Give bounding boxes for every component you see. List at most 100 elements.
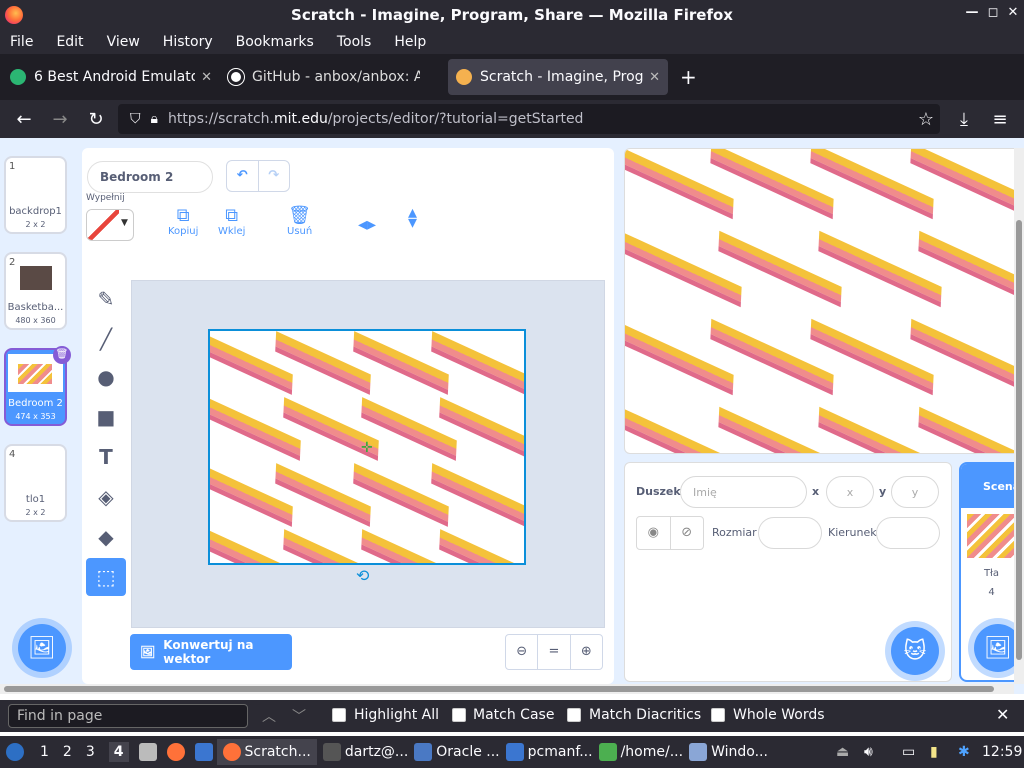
y-input[interactable]: y bbox=[891, 476, 939, 508]
match-case-label[interactable]: Match Case bbox=[473, 707, 554, 723]
lock-icon[interactable]: 🔒︎ bbox=[151, 111, 158, 127]
line-tool[interactable]: ╱ bbox=[86, 320, 126, 358]
paste-button[interactable]: ⧉ Wklej bbox=[218, 205, 245, 237]
scroll-thumb[interactable] bbox=[1016, 220, 1022, 660]
highlight-all-label[interactable]: Highlight All bbox=[354, 707, 439, 723]
minimize-icon[interactable]: — bbox=[962, 5, 982, 20]
tab-github[interactable]: GitHub - anbox/anbox: Ar bbox=[220, 59, 448, 95]
rectangle-tool[interactable]: ■ bbox=[86, 398, 126, 436]
circle-tool[interactable]: ● bbox=[86, 358, 126, 396]
delete-button[interactable]: 🗑︎ Usuń bbox=[287, 205, 312, 237]
choose-backdrop-button[interactable]: 🖼︎ bbox=[18, 624, 66, 672]
task-home[interactable]: /home/... bbox=[598, 743, 683, 761]
convert-to-vector-button[interactable]: 🖼︎ Konwertuj na wektor bbox=[130, 634, 292, 670]
task-windows[interactable]: Windo... bbox=[689, 743, 768, 761]
sprite-name-input[interactable]: Imię bbox=[680, 476, 807, 508]
menu-help[interactable]: Help bbox=[394, 34, 426, 50]
tab-emulators[interactable]: 6 Best Android Emulators ✕ bbox=[2, 59, 220, 95]
clipboard-icon[interactable]: ▮ bbox=[930, 744, 938, 760]
costume-tile-1[interactable]: 1 backdrop1 2 x 2 bbox=[4, 156, 67, 234]
back-arrow-icon[interactable]: ← bbox=[6, 109, 42, 130]
redo-icon[interactable]: ↷ bbox=[257, 161, 290, 191]
direction-input[interactable] bbox=[876, 517, 940, 549]
zoom-reset-icon[interactable]: = bbox=[537, 635, 569, 669]
text-tool[interactable]: T bbox=[86, 438, 126, 476]
find-previous-icon[interactable]: ︿ bbox=[262, 706, 276, 726]
zoom-out-icon[interactable]: ⊖ bbox=[506, 635, 537, 669]
workspace-3[interactable]: 3 bbox=[86, 744, 95, 760]
task-oracle[interactable]: Oracle ... bbox=[414, 743, 500, 761]
task-pcmanfm[interactable]: pcmanf... bbox=[505, 743, 593, 761]
find-input[interactable]: Find in page bbox=[8, 704, 248, 728]
clock: 12:59 bbox=[982, 744, 1023, 760]
menu-edit[interactable]: Edit bbox=[56, 34, 83, 50]
hamburger-menu-icon[interactable]: ≡ bbox=[982, 109, 1018, 130]
volume-icon[interactable]: 🔊︎ bbox=[864, 744, 873, 760]
costume-tile-2[interactable]: 2 Basketba... 480 x 360 bbox=[4, 252, 67, 330]
task-terminal[interactable]: dartz@... bbox=[322, 743, 408, 761]
size-input[interactable] bbox=[758, 517, 822, 549]
highlight-all-checkbox[interactable] bbox=[332, 708, 346, 722]
hide-eye-icon[interactable]: ⊘ bbox=[669, 517, 704, 549]
reload-icon[interactable]: ↻ bbox=[78, 109, 114, 130]
shield-icon[interactable]: ⛉ bbox=[130, 111, 141, 127]
url-bar[interactable]: ⛉ 🔒︎ https://scratch. mit.edu/projects/ed… bbox=[118, 104, 940, 134]
costume-name-input[interactable]: Bedroom 2 bbox=[87, 161, 213, 193]
undo-icon[interactable]: ↶ bbox=[227, 161, 258, 191]
flip-vertical-icon[interactable]: ▴ ▾ bbox=[408, 204, 417, 232]
eraser-bitmap-tool[interactable]: ◆ bbox=[86, 518, 126, 556]
menu-view[interactable]: View bbox=[107, 34, 140, 50]
fill-color-picker[interactable]: ▼ bbox=[86, 209, 134, 241]
costume-tile-3[interactable]: 3 Bedroom 2 474 x 353 🗑︎ bbox=[4, 346, 71, 426]
forward-arrow-icon[interactable]: → bbox=[42, 109, 78, 130]
tab-scratch[interactable]: Scratch - Imagine, Progra ✕ bbox=[448, 59, 668, 95]
firefox-launcher-icon[interactable] bbox=[166, 743, 185, 761]
choose-sprite-button[interactable]: 🐱︎ bbox=[891, 627, 939, 675]
eraser-tool[interactable]: ✎ bbox=[86, 280, 126, 318]
delete-costume-icon[interactable]: 🗑︎ bbox=[53, 346, 71, 364]
vertical-scrollbar[interactable] bbox=[1014, 148, 1024, 684]
menu-file[interactable]: File bbox=[10, 34, 33, 50]
url-path: /projects/editor/?tutorial=getStarted bbox=[327, 111, 584, 127]
scroll-thumb[interactable] bbox=[4, 686, 994, 692]
network-icon[interactable]: ▭ bbox=[902, 744, 915, 760]
match-case-checkbox[interactable] bbox=[452, 708, 466, 722]
stage[interactable] bbox=[624, 148, 1024, 454]
file-manager-icon[interactable] bbox=[138, 743, 157, 761]
x-input[interactable]: x bbox=[826, 476, 874, 508]
whole-words-checkbox[interactable] bbox=[711, 708, 725, 722]
start-menu-icon[interactable] bbox=[6, 743, 24, 761]
close-tab-icon[interactable]: ✕ bbox=[649, 70, 660, 85]
menu-history[interactable]: History bbox=[163, 34, 213, 50]
find-next-icon[interactable]: ﹀ bbox=[292, 706, 306, 726]
task-scratch[interactable]: Scratch... bbox=[216, 739, 317, 765]
bookmark-star-icon[interactable]: ☆ bbox=[918, 109, 934, 130]
select-tool[interactable]: ⬚ bbox=[86, 558, 126, 596]
copy-button[interactable]: ⧉ Kopiuj bbox=[168, 205, 198, 237]
download-icon[interactable]: ⤓ bbox=[946, 109, 982, 130]
fill-swatch bbox=[87, 210, 119, 240]
maximize-icon[interactable]: ◻ bbox=[983, 5, 1003, 20]
workspace-1[interactable]: 1 bbox=[40, 744, 49, 760]
desktop-icon[interactable] bbox=[194, 743, 213, 761]
new-tab-button[interactable]: + bbox=[680, 65, 697, 89]
horizontal-scrollbar[interactable] bbox=[0, 684, 1014, 694]
flip-horizontal-icon[interactable]: ◂▸ bbox=[358, 214, 376, 235]
close-find-icon[interactable]: ✕ bbox=[996, 705, 1009, 724]
workspace-4[interactable]: 4 bbox=[108, 742, 129, 762]
match-diacritics-checkbox[interactable] bbox=[567, 708, 581, 722]
costume-tile-4[interactable]: 4 tlo1 2 x 2 bbox=[4, 444, 67, 522]
workspace-2[interactable]: 2 bbox=[63, 744, 72, 760]
match-diacritics-label[interactable]: Match Diacritics bbox=[589, 707, 701, 723]
menu-tools[interactable]: Tools bbox=[337, 34, 372, 50]
bluetooth-icon[interactable]: ✱ bbox=[958, 744, 970, 760]
whole-words-label[interactable]: Whole Words bbox=[733, 707, 825, 723]
zoom-in-icon[interactable]: ⊕ bbox=[569, 635, 602, 669]
rotate-handle-icon[interactable]: ⟲ bbox=[356, 566, 369, 585]
tray-eject-icon[interactable]: ⏏ bbox=[836, 744, 849, 760]
close-window-icon[interactable]: ✕ bbox=[1003, 5, 1023, 20]
close-tab-icon[interactable]: ✕ bbox=[201, 70, 212, 85]
show-eye-icon[interactable]: ◉ bbox=[637, 517, 670, 549]
menu-bookmarks[interactable]: Bookmarks bbox=[236, 34, 314, 50]
fill-bucket-tool[interactable]: ◈ bbox=[86, 478, 126, 516]
